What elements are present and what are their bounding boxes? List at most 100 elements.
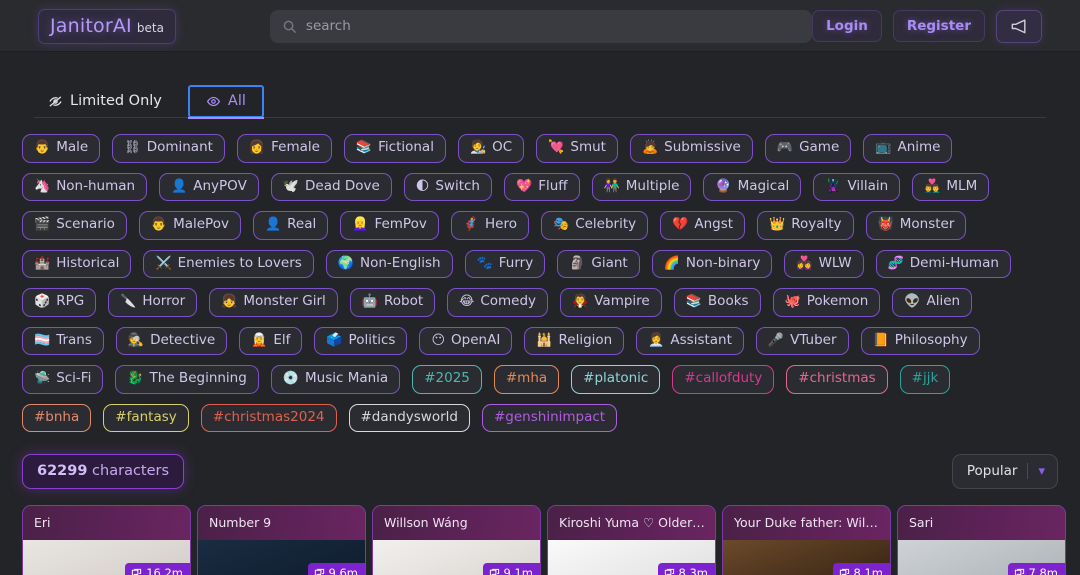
tag-chip[interactable]: 🎬 Scenario: [22, 211, 127, 240]
tag-chip[interactable]: 👨‍❤️‍👨 MLM: [912, 172, 990, 201]
tag-chip[interactable]: #bnha: [22, 403, 92, 432]
tag-chip[interactable]: 🏰 Historical: [22, 249, 132, 278]
tag-chip[interactable]: #genshinimpact: [481, 403, 618, 432]
tag-chip[interactable]: 🔪 Horror: [108, 288, 198, 317]
tag-label: Submissive: [664, 139, 741, 155]
login-button[interactable]: Login: [812, 10, 882, 42]
tag-chip[interactable]: 🌓 Switch: [403, 172, 492, 201]
tag-chip[interactable]: 👽 Alien: [892, 288, 973, 317]
logo-text: JanitorAI: [50, 14, 132, 37]
tag-chip[interactable]: 🦹 Villain: [813, 172, 901, 201]
tag-chip[interactable]: 💘 Smut: [536, 134, 618, 163]
tag-emoji-icon: 🎲: [34, 294, 51, 310]
tag-chip[interactable]: 🐉 The Beginning: [115, 365, 259, 394]
tag-chip[interactable]: 🏳️‍⚧️ Trans: [22, 326, 104, 355]
tag-chip[interactable]: 🔮 Magical: [703, 172, 802, 201]
character-card[interactable]: Number 9 9.6m: [197, 505, 366, 575]
tag-chip[interactable]: 📚 Books: [673, 288, 761, 317]
tag-chip[interactable]: 💿 Music Mania: [270, 365, 401, 394]
tag-chip[interactable]: 🦸 Hero: [450, 211, 530, 240]
tag-emoji-icon: 🌓: [415, 178, 430, 194]
tag-chip[interactable]: 📺 Anime: [863, 134, 953, 163]
sort-divider: [1027, 463, 1029, 479]
tag-chip[interactable]: #christmas: [786, 365, 888, 394]
tab-limited-only[interactable]: Limited Only: [34, 85, 176, 118]
tag-chip[interactable]: 🧑‍🎨 OC: [457, 134, 525, 163]
tag-chip[interactable]: 📚 Fictional: [343, 134, 446, 163]
logo[interactable]: JanitorAI beta: [38, 8, 176, 44]
tag-chip[interactable]: ⛓ Dominant: [112, 134, 225, 163]
tag-chip[interactable]: #fantasy: [103, 403, 189, 432]
tag-chip[interactable]: 🐾 Furry: [464, 249, 546, 278]
card-chat-count: 16.2m: [146, 566, 183, 575]
tag-chip[interactable]: 👩‍💼 Assistant: [636, 326, 744, 355]
tag-chip[interactable]: 🧬 Demi-Human: [875, 249, 1011, 278]
tag-chip[interactable]: 🎤 VTuber: [755, 326, 849, 355]
tag-chip[interactable]: 📙 Philosophy: [860, 326, 980, 355]
tag-chip[interactable]: 😶 OpenAI: [419, 326, 513, 355]
tag-chip[interactable]: 💖 Fluff: [504, 172, 580, 201]
tag-chip[interactable]: 🦄 Non-human: [22, 172, 148, 201]
tag-chip[interactable]: #callofduty: [672, 365, 775, 394]
tag-chip[interactable]: 🕊️ Dead Dove: [270, 172, 392, 201]
tag-label: Magical: [737, 177, 790, 194]
register-button[interactable]: Register: [892, 10, 985, 42]
tag-chip[interactable]: 👧 Monster Girl: [209, 288, 338, 317]
tag-chip[interactable]: 🎭 Celebrity: [541, 211, 649, 240]
tag-chip[interactable]: 👨 Male: [22, 134, 101, 163]
tag-chip[interactable]: 🧛 Vampire: [560, 288, 662, 317]
tag-chip[interactable]: 💔 Angst: [660, 211, 746, 240]
tag-chip[interactable]: 👹 Monster: [865, 211, 967, 240]
card-header: Number 9: [198, 506, 365, 540]
tag-chip[interactable]: #christmas2024: [200, 403, 337, 432]
character-card[interactable]: Sari 7.8m: [897, 505, 1066, 575]
tag-chip[interactable]: 🛸 Sci-Fi: [22, 365, 104, 394]
tab-all[interactable]: All: [187, 85, 264, 119]
tag-chip[interactable]: 🌈 Non-binary: [651, 249, 773, 278]
character-card[interactable]: Willson Wáng 9.1m: [372, 505, 541, 575]
tag-chip[interactable]: #platonic: [571, 365, 661, 394]
character-count-badge[interactable]: 62299 characters: [22, 454, 185, 489]
tag-chip[interactable]: 🕌 Religion: [524, 326, 625, 355]
tag-chip[interactable]: 🎮 Game: [764, 134, 852, 163]
tag-chip[interactable]: 🌍 Non-English: [325, 249, 453, 278]
tag-chip[interactable]: 🎲 RPG: [22, 288, 97, 317]
tag-chip[interactable]: 👑 Royalty: [757, 211, 854, 240]
card-avatar-image: 9.1m: [373, 540, 540, 575]
tag-chip[interactable]: 🕵️ Detective: [115, 326, 228, 355]
sort-dropdown[interactable]: Popular ▾: [951, 454, 1058, 489]
tag-chip[interactable]: #dandysworld: [348, 403, 470, 432]
tag-label: Non-English: [360, 254, 441, 271]
card-avatar-image: 7.8m: [898, 540, 1065, 575]
tag-emoji-icon: 👤: [171, 178, 188, 194]
tag-label: Historical: [56, 254, 120, 271]
tag-chip[interactable]: 🙇 Submissive: [629, 134, 753, 163]
tag-chip[interactable]: 👩 Female: [236, 134, 332, 163]
tag-label: MalePov: [173, 216, 229, 232]
character-count-number: 62299: [37, 463, 88, 479]
tag-label: Pokemon: [806, 293, 869, 309]
tag-chip[interactable]: ⚔️ Enemies to Lovers: [143, 249, 314, 278]
tag-chip[interactable]: 👫 Multiple: [591, 172, 692, 201]
tag-chip[interactable]: 👩‍❤️‍👩 WLW: [784, 249, 864, 278]
tag-chip[interactable]: 🤖 Robot: [349, 288, 436, 317]
tag-chip[interactable]: 🗿 Giant: [557, 249, 640, 278]
tag-chip[interactable]: 👨 MalePov: [138, 211, 241, 240]
character-card[interactable]: Eri 16.2m: [22, 505, 191, 575]
tag-chip[interactable]: #2025: [412, 365, 482, 394]
tag-chip[interactable]: 😂 Comedy: [447, 288, 549, 317]
tag-chip[interactable]: 🐙 Pokemon: [772, 288, 881, 317]
announcements-button[interactable]: [996, 9, 1042, 43]
tag-chip[interactable]: #jjk: [899, 365, 951, 394]
tag-chip[interactable]: #mha: [493, 365, 560, 394]
tag-emoji-icon: ⛓: [124, 140, 141, 156]
tag-chip[interactable]: 🧝 Elf: [239, 326, 303, 355]
character-card[interactable]: Kiroshi Yuma ♡ Older brot… 8.3m: [547, 505, 716, 575]
tag-chip[interactable]: 👤 Real: [252, 211, 329, 240]
tag-chip[interactable]: 👱‍♀️ FemPov: [340, 211, 439, 240]
tag-chip[interactable]: 👤 AnyPOV: [159, 172, 259, 201]
search-input[interactable]: search: [269, 9, 813, 43]
tag-chip[interactable]: 🗳️ Politics: [314, 326, 408, 355]
character-card[interactable]: Your Duke father: William V… 8.1m: [722, 505, 891, 575]
tag-label: Detective: [150, 331, 216, 348]
